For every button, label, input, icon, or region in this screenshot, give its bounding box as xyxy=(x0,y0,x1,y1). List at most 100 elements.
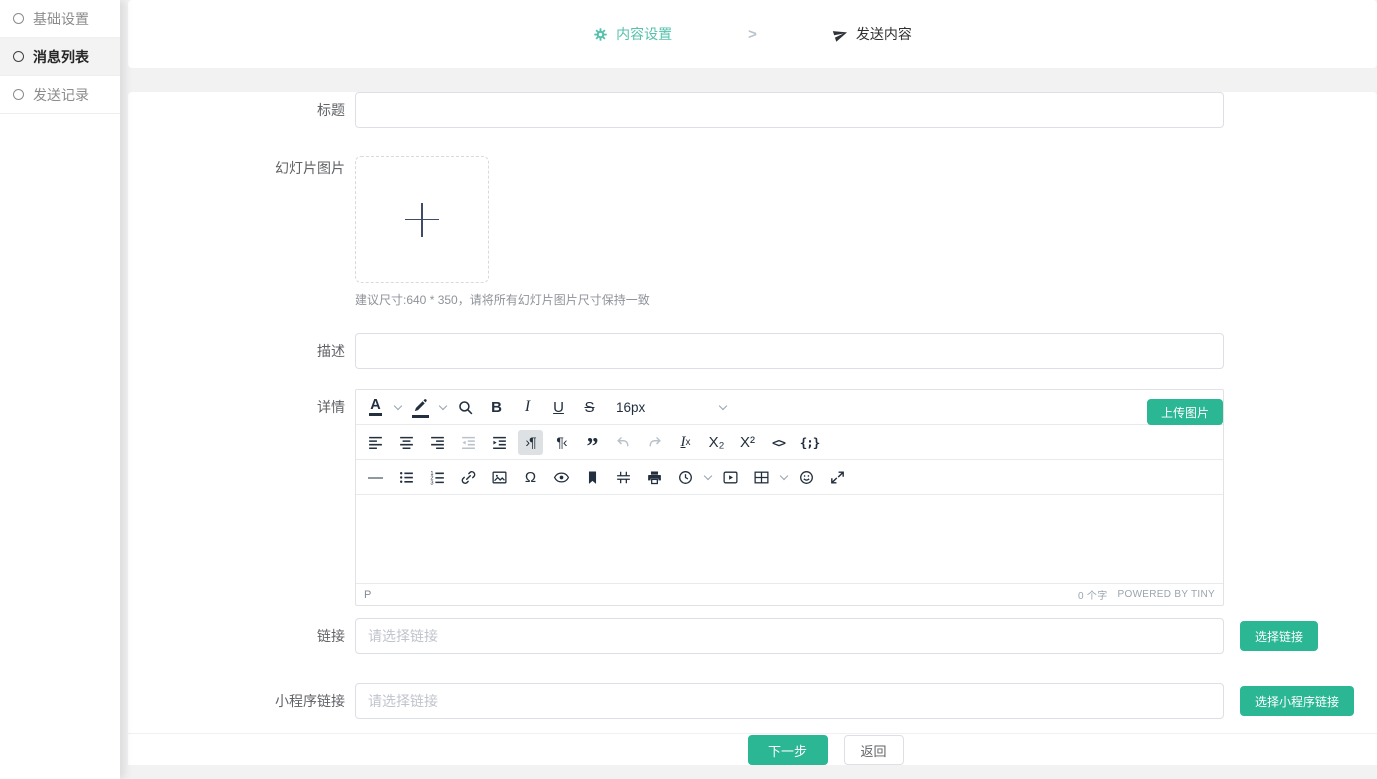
step-separator: > xyxy=(748,26,757,43)
slides-row: 幻灯片图片 建议尺寸:640 * 350，请将所有幻灯片图片尺寸保持一致 xyxy=(128,156,1377,308)
preview-button[interactable] xyxy=(549,465,574,490)
subscript-button[interactable]: X₂ xyxy=(704,430,729,455)
chevron-down-icon[interactable] xyxy=(439,401,447,409)
numbered-list-icon: 123 xyxy=(429,469,446,486)
sidebar-item-basic-settings[interactable]: 基础设置 xyxy=(0,0,120,38)
chevron-down-icon xyxy=(719,401,727,409)
media-play-icon xyxy=(722,469,739,486)
page-break-button[interactable] xyxy=(611,465,636,490)
undo-icon xyxy=(615,434,632,451)
printer-icon xyxy=(646,469,663,486)
clear-formatting-button[interactable]: Ix xyxy=(673,430,698,455)
indent-icon xyxy=(491,434,508,451)
slides-size-hint: 建议尺寸:640 * 350，请将所有幻灯片图片尺寸保持一致 xyxy=(355,291,1224,308)
send-plane-icon xyxy=(831,25,850,44)
word-count: 0 个字 xyxy=(1078,587,1108,602)
insert-datetime-button[interactable] xyxy=(673,465,698,490)
forecolor-button[interactable]: A xyxy=(363,395,388,420)
step-content-settings[interactable]: 内容设置 xyxy=(593,24,672,44)
link-label: 链接 xyxy=(128,618,355,654)
link-input[interactable] xyxy=(355,618,1224,654)
eye-icon xyxy=(553,469,570,486)
image-upload-box[interactable] xyxy=(355,156,489,283)
radio-circle-icon xyxy=(13,89,24,100)
detail-row: 详情 A xyxy=(128,389,1377,606)
strikethrough-button[interactable]: S xyxy=(577,395,602,420)
image-icon xyxy=(491,469,508,486)
editor-toolbar-row-2: ›¶ ¶‹ ” Ix X₂ X² <> xyxy=(356,425,1223,460)
description-input[interactable] xyxy=(355,333,1224,369)
main-content: 内容设置 > 发送内容 标题 幻灯片图片 建议尺寸:640 * 350，请将所有… xyxy=(128,0,1377,765)
miniprogram-link-row: 小程序链接 选择小程序链接 xyxy=(128,683,1377,719)
ltr-button[interactable]: ›¶ xyxy=(518,430,543,455)
stepper: 内容设置 > 发送内容 xyxy=(128,0,1377,68)
step-send-content[interactable]: 发送内容 xyxy=(833,24,912,44)
numbered-list-button[interactable]: 123 xyxy=(425,465,450,490)
print-button[interactable] xyxy=(642,465,667,490)
align-center-button[interactable] xyxy=(394,430,419,455)
sidebar-item-send-records[interactable]: 发送记录 xyxy=(0,76,120,114)
special-character-button[interactable]: Ω xyxy=(518,465,543,490)
superscript-button[interactable]: X² xyxy=(735,430,760,455)
select-miniprogram-link-button[interactable]: 选择小程序链接 xyxy=(1240,686,1354,716)
gear-icon xyxy=(593,27,608,42)
page-break-icon xyxy=(615,469,632,486)
redo-icon xyxy=(646,434,663,451)
footer-actions: 下一步 返回 xyxy=(128,733,1377,765)
align-right-button[interactable] xyxy=(425,430,450,455)
redo-button[interactable] xyxy=(642,430,667,455)
bullet-list-button[interactable] xyxy=(394,465,419,490)
chevron-down-icon[interactable] xyxy=(394,401,402,409)
font-size-select[interactable]: 16px xyxy=(616,400,727,415)
element-path: P xyxy=(364,589,371,601)
step-label: 内容设置 xyxy=(616,24,672,44)
forecolor-icon: A xyxy=(369,398,381,416)
miniprogram-link-label: 小程序链接 xyxy=(128,683,355,719)
highlight-pen-icon xyxy=(412,397,429,418)
select-link-button[interactable]: 选择链接 xyxy=(1240,621,1318,651)
insert-media-button[interactable] xyxy=(718,465,743,490)
radio-circle-icon xyxy=(13,13,24,24)
step-label: 发送内容 xyxy=(856,24,912,44)
insert-link-button[interactable] xyxy=(456,465,481,490)
anchor-button[interactable] xyxy=(580,465,605,490)
chevron-down-icon[interactable] xyxy=(780,471,788,479)
rich-text-editor: A xyxy=(355,389,1224,606)
search-icon xyxy=(457,399,474,416)
code-view-button[interactable]: <> xyxy=(766,430,791,455)
description-row: 描述 xyxy=(128,333,1377,369)
rtl-button[interactable]: ¶‹ xyxy=(549,430,574,455)
miniprogram-link-input[interactable] xyxy=(355,683,1224,719)
clock-icon xyxy=(677,469,694,486)
upload-image-button[interactable]: 上传图片 xyxy=(1147,399,1223,425)
align-left-button[interactable] xyxy=(363,430,388,455)
sidebar-item-message-list[interactable]: 消息列表 xyxy=(0,38,120,76)
bold-button[interactable]: B xyxy=(484,395,509,420)
back-button[interactable]: 返回 xyxy=(844,735,904,765)
outdent-icon xyxy=(460,434,477,451)
fullscreen-button[interactable] xyxy=(825,465,850,490)
code-sample-button[interactable]: {;} xyxy=(797,430,822,455)
align-center-icon xyxy=(398,434,415,451)
editor-toolbar-row-3: ― 123 xyxy=(356,460,1223,495)
powered-by-tiny[interactable]: POWERED BY TINY xyxy=(1118,589,1215,600)
undo-button[interactable] xyxy=(611,430,636,455)
emoticons-button[interactable] xyxy=(794,465,819,490)
outdent-button[interactable] xyxy=(456,430,481,455)
sidebar: 基础设置 消息列表 发送记录 xyxy=(0,0,120,779)
search-replace-button[interactable] xyxy=(453,395,478,420)
italic-button[interactable]: I xyxy=(515,395,540,420)
indent-button[interactable] xyxy=(487,430,512,455)
backcolor-button[interactable] xyxy=(408,395,433,420)
next-step-button[interactable]: 下一步 xyxy=(748,735,828,765)
editor-body[interactable] xyxy=(356,495,1223,583)
underline-button[interactable]: U xyxy=(546,395,571,420)
blockquote-button[interactable]: ” xyxy=(580,430,605,455)
insert-image-button[interactable] xyxy=(487,465,512,490)
horizontal-rule-button[interactable]: ― xyxy=(363,465,388,490)
title-input[interactable] xyxy=(355,92,1224,128)
sidebar-item-label: 发送记录 xyxy=(33,85,89,105)
table-button[interactable] xyxy=(749,465,774,490)
slides-label: 幻灯片图片 xyxy=(128,156,355,178)
chevron-down-icon[interactable] xyxy=(704,471,712,479)
